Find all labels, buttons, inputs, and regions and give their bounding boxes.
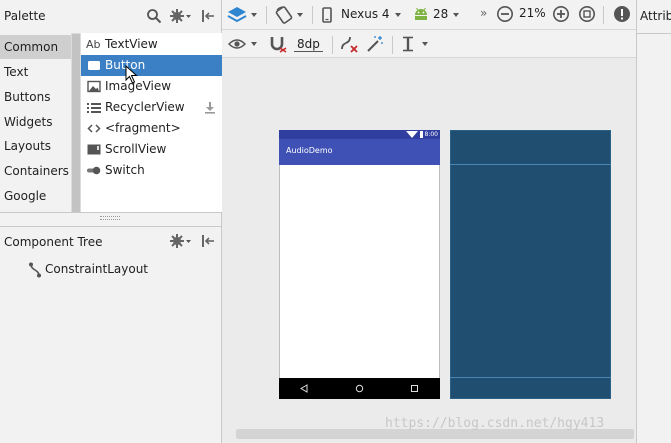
list-icon [87, 101, 101, 114]
button-icon [87, 59, 101, 72]
api-dropdown-caret[interactable] [453, 13, 459, 17]
android-api-icon[interactable] [413, 7, 429, 21]
device-icon[interactable] [322, 7, 332, 23]
component-tree-title: Component Tree [4, 235, 103, 249]
palette-divider [0, 212, 222, 213]
category-common[interactable]: Common [0, 35, 71, 59]
image-icon [87, 80, 101, 93]
autoconnect-magnet-icon[interactable] [269, 35, 287, 53]
blueprint-navbar-line [450, 377, 611, 378]
nav-back-icon [300, 384, 308, 393]
zoom-level: 21% [519, 6, 546, 20]
wifi-signal-icon [406, 131, 418, 138]
constraint-layout-icon [28, 262, 42, 278]
layers-dropdown-caret[interactable] [251, 13, 257, 17]
attributes-divider [636, 33, 671, 34]
category-scrollbar-thumb[interactable] [72, 34, 80, 212]
layout-toolbar: 8dp [222, 30, 636, 58]
clear-constraints-icon[interactable] [340, 35, 358, 53]
navigation-bar [279, 378, 440, 399]
text-view-icon: Ab [86, 38, 101, 51]
widget-scrollview[interactable]: ScrollView [81, 139, 222, 160]
settings-gear-icon[interactable] [170, 7, 192, 25]
widget-imageview[interactable]: ImageView [81, 76, 222, 97]
component-tree-header: Component Tree [0, 226, 222, 255]
app-title: AudioDemo [286, 146, 333, 155]
orientation-icon[interactable] [274, 5, 294, 25]
tree-item-label: ConstraintLayout [45, 262, 149, 276]
code-brackets-icon [87, 122, 101, 135]
battery-icon [420, 131, 423, 138]
category-google[interactable]: Google [0, 184, 71, 208]
default-margin-input[interactable]: 8dp [294, 37, 323, 52]
attributes-title: Attrib [640, 9, 671, 23]
widget-label: <fragment> [105, 121, 181, 135]
widget-textview[interactable]: Ab TextView [81, 34, 222, 55]
category-text[interactable]: Text [0, 60, 71, 84]
status-bar: 8:00 [279, 130, 440, 139]
pack-align-icon[interactable] [402, 36, 414, 52]
switch-icon [87, 164, 101, 177]
category-layouts[interactable]: Layouts [0, 134, 71, 158]
device-selector[interactable]: Nexus 4 [341, 7, 390, 21]
splitter-handle[interactable] [100, 216, 120, 220]
design-toolbar: Nexus 4 28 » 21% [222, 0, 636, 30]
widget-recyclerview[interactable]: RecyclerView [81, 97, 222, 118]
attributes-panel [636, 0, 671, 443]
status-time: 8:00 [424, 131, 438, 138]
palette-header: Palette [0, 0, 222, 33]
tree-hide-panel-icon[interactable] [199, 232, 217, 250]
widget-label: ImageView [105, 79, 172, 93]
widget-switch[interactable]: Switch [81, 160, 222, 181]
orientation-dropdown-caret[interactable] [297, 13, 303, 17]
category-containers[interactable]: Containers [0, 159, 71, 183]
infer-constraints-wand-icon[interactable] [366, 35, 384, 53]
palette-category-list: Common Text Buttons Widgets Layouts Cont… [0, 33, 81, 213]
tree-settings-gear-icon[interactable] [170, 232, 192, 250]
api-level-selector[interactable]: 28 [433, 7, 448, 21]
category-widgets[interactable]: Widgets [0, 110, 71, 134]
category-buttons[interactable]: Buttons [0, 85, 71, 109]
search-icon[interactable] [145, 7, 163, 25]
blueprint-appbar-line [450, 164, 611, 165]
nav-home-icon [355, 384, 364, 393]
scroll-view-icon [87, 143, 101, 156]
align-dropdown-caret[interactable] [422, 42, 428, 46]
download-icon[interactable] [204, 101, 216, 114]
widget-label: RecyclerView [105, 100, 185, 114]
zoom-out-icon[interactable] [496, 5, 514, 23]
widget-fragment[interactable]: <fragment> [81, 118, 222, 139]
design-preview-screen[interactable] [279, 130, 440, 399]
view-options-dropdown-caret[interactable] [251, 42, 257, 46]
overflow-chevron-icon[interactable]: » [480, 6, 487, 20]
tree-item-constraintlayout[interactable]: ConstraintLayout [28, 262, 208, 278]
watermark-text: https://blog.csdn.net/hgy413 [385, 416, 605, 431]
warnings-icon[interactable] [613, 5, 631, 23]
widget-label: ScrollView [105, 142, 167, 156]
zoom-in-icon[interactable] [552, 5, 570, 23]
blueprint-preview[interactable] [450, 130, 611, 399]
widget-label: TextView [105, 37, 158, 51]
layers-icon[interactable] [227, 5, 247, 25]
view-options-eye-icon[interactable] [228, 37, 246, 51]
hide-panel-icon[interactable] [199, 7, 217, 25]
widget-button[interactable]: Button [81, 55, 222, 76]
mouse-cursor-icon [125, 65, 138, 84]
device-dropdown-caret[interactable] [395, 13, 401, 17]
palette-widget-list: Ab TextView Button ImageView RecyclerVie… [81, 33, 222, 213]
palette-title: Palette [4, 9, 46, 23]
widget-label: Switch [105, 163, 145, 177]
zoom-to-fit-icon[interactable] [578, 5, 596, 23]
nav-recents-icon [410, 384, 419, 393]
